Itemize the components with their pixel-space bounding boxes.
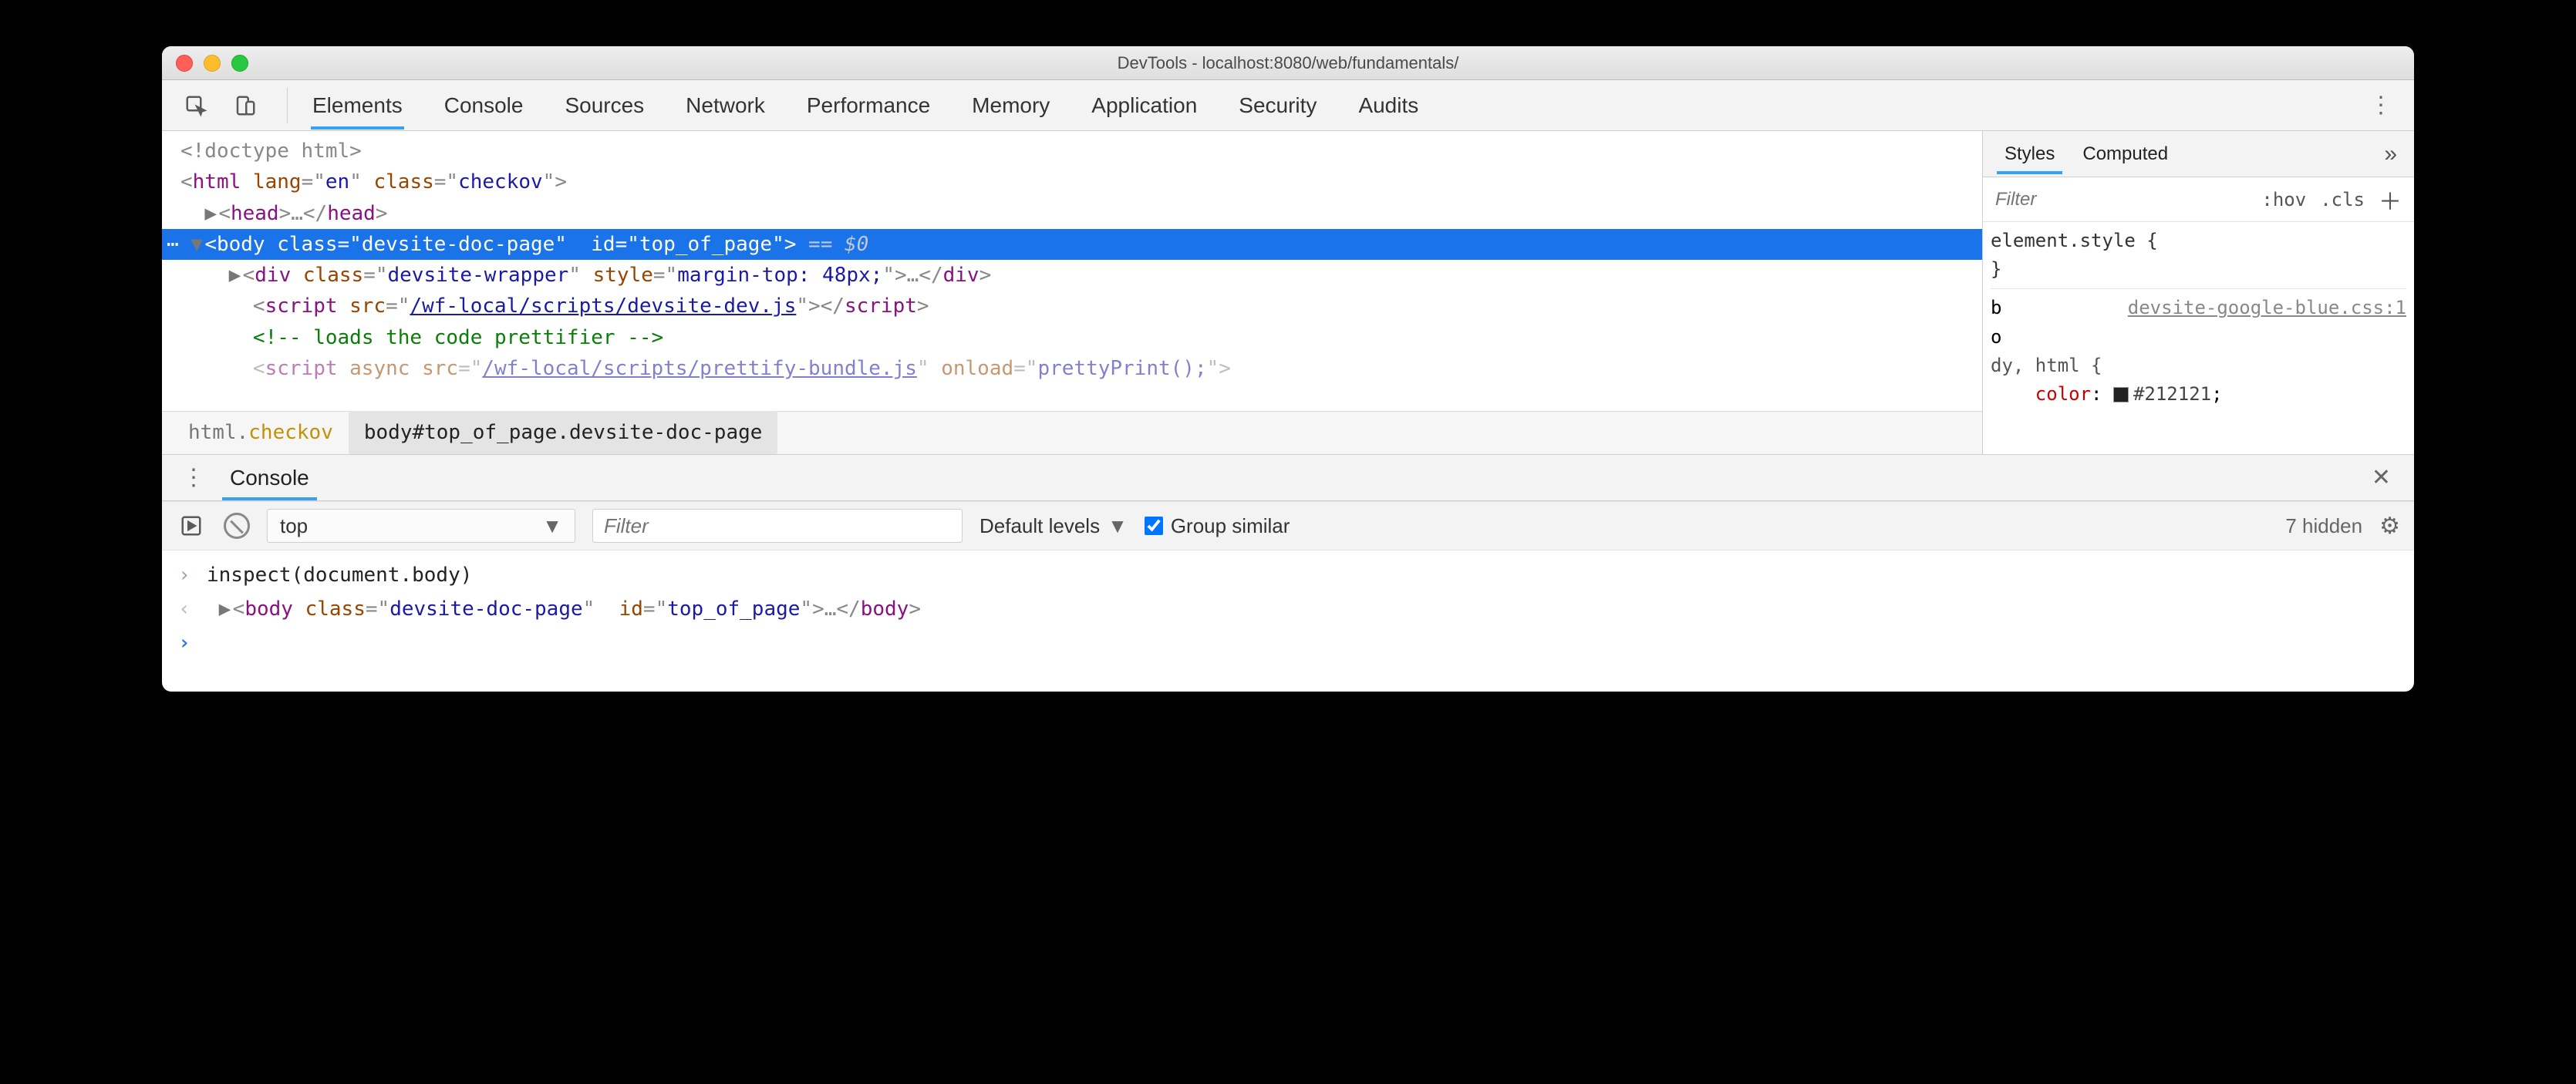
console-prompt-caret-icon: › (174, 626, 194, 660)
dom-comment[interactable]: <!-- loads the code prettifier --> (180, 322, 1982, 353)
dom-head[interactable]: ▶<head>…</head> (180, 198, 1982, 229)
console-clear-icon[interactable] (224, 513, 250, 539)
styles-cls-toggle[interactable]: .cls (2320, 189, 2365, 210)
color-swatch-icon[interactable] (2113, 387, 2129, 402)
tab-audits[interactable]: Audits (1357, 82, 1420, 129)
device-toolbar-icon[interactable] (230, 90, 261, 121)
console-output-caret-icon: ‹ (174, 592, 194, 626)
dom-tree[interactable]: <!doctype html> <html lang="en" class="c… (162, 131, 1982, 454)
console-filter-input[interactable] (592, 509, 963, 543)
tab-console[interactable]: Console (443, 82, 525, 129)
tab-performance[interactable]: Performance (805, 82, 932, 129)
styles-toolbar: :hov .cls ＋ (1983, 177, 2414, 222)
dom-script1[interactable]: <script src="/wf-local/scripts/devsite-d… (180, 291, 1982, 321)
inspect-element-icon[interactable] (180, 90, 211, 121)
crumb-html[interactable]: html.checkov (173, 411, 349, 454)
styles-tab-computed[interactable]: Computed (2069, 134, 2182, 174)
main-tabs-row: Elements Console Sources Network Perform… (162, 80, 2414, 131)
console-prompt[interactable]: › (174, 626, 2402, 660)
dom-html-open[interactable]: <html lang="en" class="checkov"> (180, 167, 1982, 197)
styles-tabs: Styles Computed » (1983, 131, 2414, 177)
console-execute-icon[interactable] (176, 510, 207, 541)
console-drawer-header: ⋮ Console ✕ (162, 455, 2414, 501)
drawer-menu-kebab-icon[interactable]: ⋮ (171, 464, 216, 491)
drawer-close-icon[interactable]: ✕ (2358, 464, 2405, 491)
console-context-select[interactable]: top▼ (267, 509, 575, 543)
tab-security[interactable]: Security (1237, 82, 1318, 129)
styles-sidebar: Styles Computed » :hov .cls ＋ element.st… (1982, 131, 2414, 454)
styles-more-tabs-icon[interactable]: » (2375, 141, 2406, 167)
styles-filter-input[interactable] (1995, 189, 2247, 210)
breadcrumb: html.checkov body#top_of_page.devsite-do… (162, 411, 1982, 454)
styles-rules[interactable]: element.style { } bdevsite-google-blue.c… (1983, 222, 2414, 454)
console-hidden-count[interactable]: 7 hidden (2285, 514, 2362, 538)
console-input-caret-icon: › (174, 558, 194, 592)
console-input-line[interactable]: › inspect(document.body) (174, 558, 2402, 592)
styles-hov-toggle[interactable]: :hov (2261, 189, 2306, 210)
styles-new-rule-icon[interactable]: ＋ (2379, 183, 2402, 217)
dom-script2[interactable]: <script async src="/wf-local/scripts/pre… (180, 353, 1982, 384)
window-title: DevTools - localhost:8080/web/fundamenta… (162, 53, 2414, 73)
tab-memory[interactable]: Memory (970, 82, 1051, 129)
elements-panel: <!doctype html> <html lang="en" class="c… (162, 131, 2414, 455)
console-output-line[interactable]: ‹ ▶<body class="devsite-doc-page" id="to… (174, 592, 2402, 626)
console-body[interactable]: › inspect(document.body) ‹ ▶<body class=… (162, 550, 2414, 692)
tab-application[interactable]: Application (1090, 82, 1199, 129)
main-tabs: Elements Console Sources Network Perform… (295, 82, 1420, 129)
dom-body-selected[interactable]: ⋯ ▼<body class="devsite-doc-page" id="to… (162, 229, 1982, 260)
drawer-tab-console[interactable]: Console (216, 456, 323, 500)
dom-wrapper[interactable]: ▶<div class="devsite-wrapper" style="mar… (180, 260, 1982, 291)
devtools-window: DevTools - localhost:8080/web/fundamenta… (162, 46, 2414, 692)
tab-elements[interactable]: Elements (311, 82, 404, 129)
tab-network[interactable]: Network (684, 82, 767, 129)
console-toolbar: top▼ Default levels ▼ Group similar 7 hi… (162, 501, 2414, 550)
console-group-similar-checkbox[interactable]: Group similar (1145, 514, 1290, 538)
stylesheet-link[interactable]: devsite-google-blue.css:1 (2128, 294, 2406, 322)
styles-tab-styles[interactable]: Styles (1991, 134, 2069, 174)
main-menu-kebab-icon[interactable]: ⋮ (2348, 92, 2414, 119)
toolbar-divider (287, 88, 288, 123)
crumb-body[interactable]: body#top_of_page.devsite-doc-page (349, 411, 778, 454)
dom-doctype[interactable]: <!doctype html> (180, 136, 1982, 167)
console-settings-icon[interactable]: ⚙ (2379, 513, 2400, 540)
titlebar: DevTools - localhost:8080/web/fundamenta… (162, 46, 2414, 80)
console-levels-select[interactable]: Default levels ▼ (979, 514, 1128, 538)
tab-sources[interactable]: Sources (563, 82, 646, 129)
